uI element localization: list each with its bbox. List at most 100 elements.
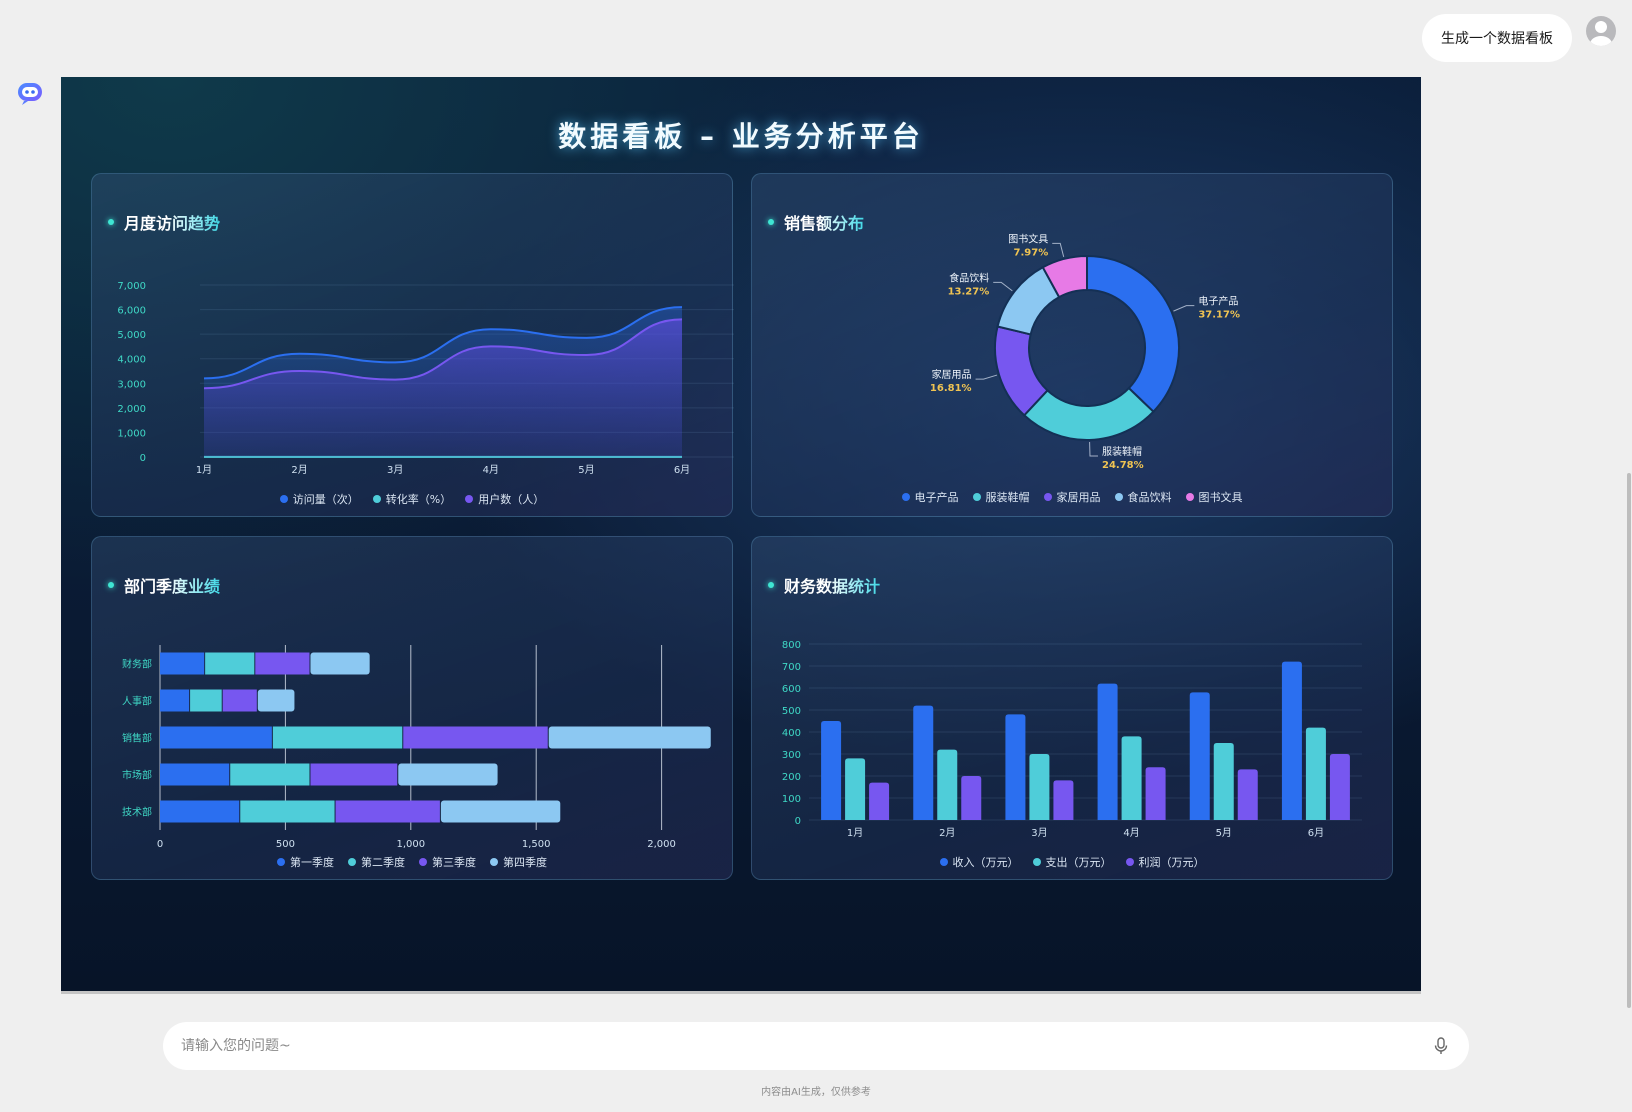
x-tick-label: 0 — [157, 839, 163, 850]
legend-label: 第二季度 — [361, 856, 405, 869]
label-leader-line — [1089, 441, 1098, 457]
bar-segment — [257, 689, 295, 712]
legend-label: 利润（万元） — [1138, 856, 1205, 869]
x-tick-label: 5月 — [578, 464, 594, 476]
slice-name-label: 电子产品 — [1198, 295, 1238, 308]
bar-segment — [335, 800, 440, 823]
bar-segment — [160, 763, 230, 786]
legend-label: 图书文具 — [1198, 491, 1243, 504]
legend-swatch — [490, 858, 498, 866]
x-tick-label: 3月 — [1031, 827, 1047, 839]
legend-item[interactable]: 食品饮料 — [1114, 489, 1172, 505]
donut-slice — [1086, 254, 1180, 414]
legend-item[interactable]: 第四季度 — [490, 854, 547, 870]
y-tick-label: 4,000 — [117, 355, 146, 366]
label-leader-line — [975, 374, 998, 380]
bar-segment — [255, 652, 310, 675]
legend-item[interactable]: 图书文具 — [1185, 489, 1243, 505]
y-tick-label: 5,000 — [117, 330, 146, 341]
legend-item[interactable]: 电子产品 — [901, 489, 959, 505]
bar-segment — [403, 726, 548, 749]
bar-segment — [230, 763, 310, 786]
slice-percent-label: 7.97% — [1014, 247, 1049, 258]
x-tick-label: 4月 — [1123, 827, 1139, 839]
legend-item[interactable]: 用户数（人） — [465, 491, 544, 507]
chat-input[interactable] — [181, 1038, 1431, 1054]
label-leader-line — [1052, 242, 1065, 258]
y-tick-label: 销售部 — [122, 732, 152, 745]
y-tick-label: 0 — [140, 453, 146, 464]
y-tick-label: 800 — [782, 640, 801, 651]
y-tick-label: 市场部 — [122, 769, 152, 782]
legend-item[interactable]: 第三季度 — [419, 854, 476, 870]
legend-label: 第四季度 — [503, 856, 547, 869]
x-tick-label: 1,000 — [396, 839, 425, 850]
legend-swatch — [372, 495, 381, 503]
y-tick-label: 7,000 — [117, 281, 146, 292]
legend-item[interactable]: 服装鞋帽 — [972, 489, 1030, 505]
legend-item[interactable]: 访问量（次） — [279, 491, 359, 507]
y-tick-label: 500 — [782, 706, 801, 717]
bar — [937, 749, 958, 820]
label-leader-line — [1173, 305, 1195, 312]
legend-item[interactable]: 转化率（%） — [372, 491, 452, 507]
legend-swatch — [972, 493, 981, 501]
bar-segment — [222, 689, 257, 712]
slice-percent-label: 24.78% — [1102, 460, 1144, 471]
legend-item[interactable]: 第一季度 — [277, 854, 334, 870]
bar — [1281, 661, 1302, 820]
legend-label: 第一季度 — [290, 856, 334, 869]
y-tick-label: 300 — [782, 750, 801, 761]
panel-monthly-visits: 月度访问趋势 0 1,000 2,000 3,000 4,000 5,000 6,000 7,… — [91, 173, 734, 517]
legend-swatch — [939, 858, 948, 866]
legend-label: 第三季度 — [432, 856, 476, 869]
dashboard-title: 数据看板 – 业务分析平台 — [558, 120, 924, 153]
page-scrollbar[interactable] — [1627, 473, 1631, 1008]
donut-chart: 电子产品 37.17% 服装鞋帽 24.78% 家居用品 16.81% 食品饮料 13.27%… — [930, 232, 1240, 471]
y-tick-label: 600 — [782, 684, 801, 695]
chart-legend: 访问量（次） 转化率（%） 用户数（人） — [92, 491, 732, 507]
user-message-bubble: 生成一个数据看板 — [1422, 14, 1572, 62]
user-avatar[interactable] — [1586, 16, 1616, 46]
legend-label: 家居用品 — [1056, 491, 1101, 504]
bar — [961, 776, 982, 820]
bar-segment — [240, 800, 335, 823]
x-tick-label: 4月 — [483, 464, 499, 476]
bar-segment — [190, 689, 222, 712]
bar-segment — [310, 763, 398, 786]
bar-segment — [160, 652, 205, 675]
bar — [1097, 683, 1118, 820]
microphone-icon[interactable] — [1431, 1036, 1451, 1056]
legend-item[interactable]: 第二季度 — [348, 854, 405, 870]
legend-item[interactable]: 家居用品 — [1043, 489, 1101, 505]
legend-swatch — [1185, 493, 1194, 501]
legend-swatch — [1032, 858, 1041, 866]
ai-disclaimer: 内容由AI生成，仅供参考 — [761, 1087, 871, 1098]
bar — [1005, 714, 1026, 820]
legend-label: 转化率（%） — [385, 493, 452, 506]
bar — [1121, 736, 1142, 820]
x-tick-label: 2,000 — [647, 839, 676, 850]
y-tick-label: 400 — [782, 728, 801, 739]
dashboard-bottom-border — [61, 991, 1421, 994]
legend-item[interactable]: 支出（万元） — [1032, 854, 1112, 870]
legend-label: 电子产品 — [914, 491, 959, 504]
legend-swatch — [465, 495, 474, 503]
bar — [1213, 743, 1234, 820]
user-message-text: 生成一个数据看板 — [1441, 31, 1553, 47]
bar-segment — [160, 689, 190, 712]
bar — [1053, 780, 1074, 820]
slice-name-label: 家居用品 — [932, 368, 972, 381]
slice-name-label: 图书文具 — [1008, 232, 1048, 245]
chart-legend: 第一季度 第二季度 第三季度 第四季度 — [92, 854, 732, 870]
bar-segment — [548, 726, 711, 749]
y-tick-label: 1,000 — [117, 428, 146, 439]
bar-segment — [205, 652, 255, 675]
legend-item[interactable]: 收入（万元） — [939, 854, 1019, 870]
legend-label: 服装鞋帽 — [985, 491, 1030, 504]
legend-swatch — [1114, 493, 1123, 501]
legend-item[interactable]: 利润（万元） — [1125, 854, 1205, 870]
legend-label: 食品饮料 — [1127, 491, 1172, 504]
bar — [821, 721, 842, 820]
panel-department-performance: 部门季度业绩 05001,0001,5002,0002,技术部市场部销售部人事部… — [91, 536, 733, 880]
